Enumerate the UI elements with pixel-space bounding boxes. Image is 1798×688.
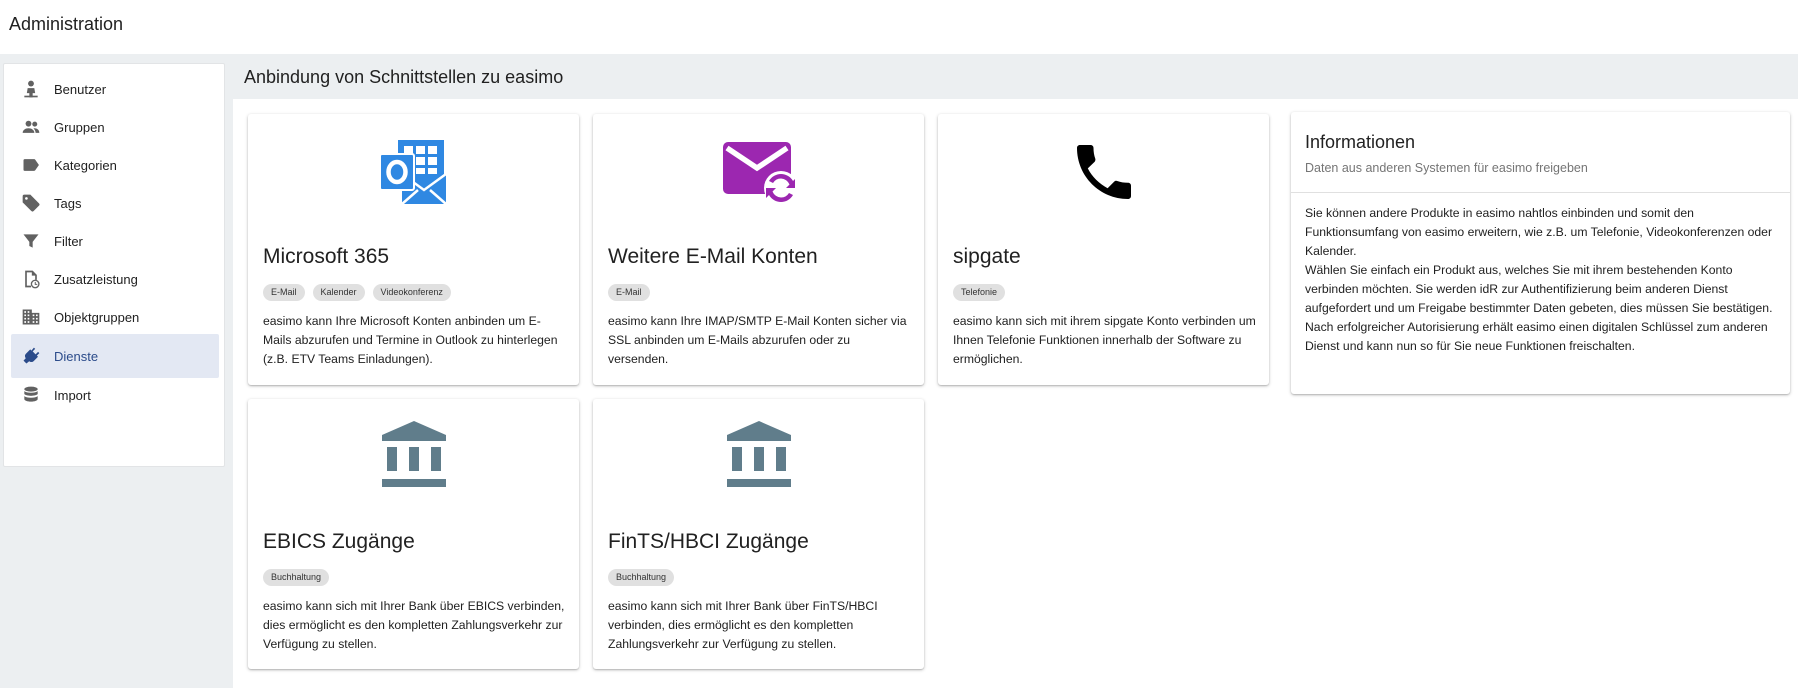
tag-chip: Videokonferenz [372, 284, 451, 301]
info-paragraph: Nach erfolgreicher Autorisierung erhält … [1305, 320, 1768, 353]
sidebar-item-label: Dienste [54, 348, 99, 364]
card-tags: Buchhaltung [263, 569, 330, 586]
service-card-ebics[interactable]: EBICS Zugänge Buchhaltung easimo kann si… [248, 399, 579, 669]
sidebar-item-label: Gruppen [54, 119, 105, 135]
group-icon [21, 117, 41, 137]
sidebar-item-label: Kategorien [54, 157, 117, 173]
left-panel: Benutzer Gruppen Kategorien Tags Filter [0, 54, 233, 688]
sidebar-item-label: Objektgruppen [54, 309, 140, 325]
sidebar-item-label: Tags [54, 195, 82, 211]
sidebar-item-import[interactable]: Import [11, 373, 219, 417]
service-card-sipgate[interactable]: sipgate Telefonie easimo kann sich mit i… [938, 114, 1269, 385]
page-title: Anbindung von Schnittstellen zu easimo [244, 67, 564, 87]
tag-chip: Kalender [312, 284, 365, 301]
document-clock-icon [21, 269, 41, 289]
database-icon [21, 385, 41, 405]
sidebar: Benutzer Gruppen Kategorien Tags Filter [3, 63, 225, 467]
service-card-fints-hbci[interactable]: FinTS/HBCI Zugänge Buchhaltung easimo ka… [593, 399, 924, 669]
tags-icon [21, 193, 41, 213]
outlook-icon [248, 136, 579, 208]
card-tags: E-Mail [608, 284, 650, 301]
sidebar-item-label: Benutzer [54, 81, 107, 97]
page-header: Anbindung von Schnittstellen zu easimo [233, 54, 1798, 99]
card-title: FinTS/HBCI Zugänge [608, 530, 809, 553]
service-card-microsoft-365[interactable]: Microsoft 365 E-Mail Kalender Videokonfe… [248, 114, 579, 385]
info-subtitle: Daten aus anderen Systemen für easimo fr… [1305, 161, 1588, 175]
sidebar-item-label: Filter [54, 233, 83, 249]
info-title: Informationen [1305, 132, 1416, 152]
tag-chip: E-Mail [263, 284, 305, 301]
label-icon [21, 155, 41, 175]
main-content: Anbindung von Schnittstellen zu easimo M… [233, 54, 1798, 688]
card-title: sipgate [953, 245, 1021, 268]
bank-icon [248, 421, 579, 493]
bank-icon [593, 421, 924, 493]
info-paragraph: Wählen Sie einfach ein Produkt aus, welc… [1305, 263, 1773, 315]
top-bar: Administration [0, 0, 1798, 54]
tag-chip: E-Mail [608, 284, 650, 301]
card-description: easimo kann sich mit ihrem sipgate Konto… [953, 314, 1256, 366]
card-description: easimo kann Ihre Microsoft Konten anbind… [263, 314, 558, 366]
divider [1291, 192, 1790, 193]
sidebar-item-label: Zusatzleistung [54, 271, 138, 287]
card-description: easimo kann Ihre IMAP/SMTP E-Mail Konten… [608, 314, 907, 366]
card-description: easimo kann sich mit Ihrer Bank über EBI… [263, 599, 565, 651]
sidebar-item-dienste[interactable]: Dienste [11, 334, 219, 378]
building-icon [21, 307, 41, 327]
info-paragraph: Sie können andere Produkte in easimo nah… [1305, 206, 1772, 258]
card-title: Microsoft 365 [263, 245, 390, 268]
plug-icon [21, 346, 41, 366]
app-title: Administration [9, 14, 124, 34]
card-tags: Telefonie [953, 284, 1006, 301]
info-panel: Informationen Daten aus anderen Systemen… [1291, 112, 1790, 394]
card-tags: Buchhaltung [608, 569, 675, 586]
tag-chip: Buchhaltung [608, 569, 675, 586]
filter-icon [21, 231, 41, 251]
tag-chip: Telefonie [953, 284, 1006, 301]
service-card-email-konten[interactable]: Weitere E-Mail Konten E-Mail easimo kann… [593, 114, 924, 385]
card-description: easimo kann sich mit Ihrer Bank über Fin… [608, 599, 878, 651]
sidebar-item-label: Import [54, 387, 91, 403]
phone-icon [938, 136, 1269, 208]
card-title: EBICS Zugänge [263, 530, 415, 553]
tag-chip: Buchhaltung [263, 569, 330, 586]
card-tags: E-Mail Kalender Videokonferenz [263, 284, 451, 301]
card-title: Weitere E-Mail Konten [608, 245, 818, 268]
email-sync-icon [593, 136, 924, 208]
info-body: Sie können andere Produkte in easimo nah… [1305, 204, 1780, 356]
sidebar-item-objektgruppen[interactable]: Objektgruppen [11, 295, 219, 339]
person-icon [21, 79, 41, 99]
